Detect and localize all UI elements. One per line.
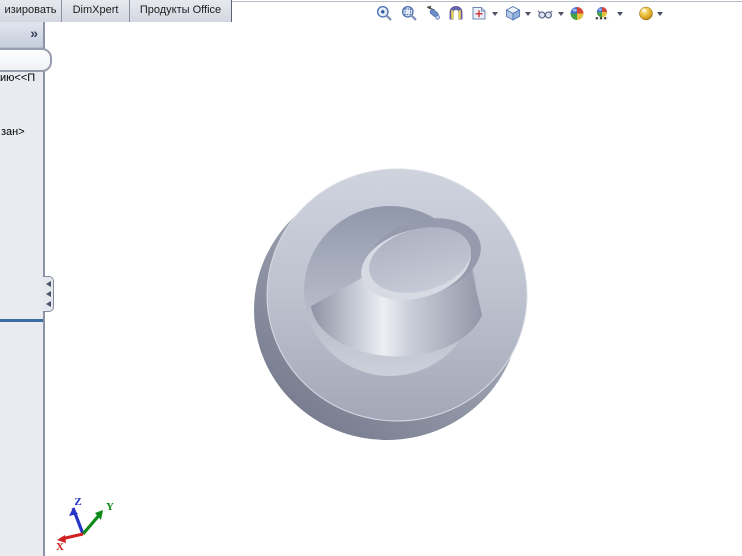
panel-splitter-handle[interactable]	[43, 276, 54, 312]
hide-show-items-icon[interactable]	[536, 4, 554, 22]
zoom-to-area-icon[interactable]	[400, 4, 418, 22]
orientation-triad: Z Y X	[48, 494, 120, 552]
view-settings-icon[interactable]	[637, 4, 655, 22]
z-axis-label: Z	[74, 496, 81, 508]
view-settings-dropdown-arrow[interactable]	[657, 12, 663, 16]
part-knob-3d-model[interactable]	[248, 162, 538, 448]
display-style-dropdown-arrow[interactable]	[525, 12, 531, 16]
section-view-icon[interactable]	[447, 4, 465, 22]
app-window: изировать DimXpert Продукты Office » ию<…	[0, 0, 742, 556]
expand-chevron-icon[interactable]: »	[30, 25, 38, 41]
collapse-arrow-icon	[46, 281, 51, 287]
panel-divider	[0, 319, 43, 322]
x-axis: X	[56, 534, 83, 552]
view-orientation-icon[interactable]	[470, 4, 488, 22]
heads-up-toolbar	[0, 4, 742, 24]
collapse-arrow-icon	[46, 291, 51, 297]
collapse-arrow-icon	[46, 301, 51, 307]
display-style-icon[interactable]	[504, 4, 522, 22]
tree-item-configuration[interactable]: ию<<П	[0, 72, 43, 84]
top-border-line	[231, 1, 742, 2]
y-axis: Y	[83, 501, 114, 534]
x-axis-label: X	[56, 541, 64, 552]
panel-rounded-frame	[0, 48, 52, 72]
zoom-to-fit-icon[interactable]	[375, 4, 393, 22]
y-axis-label: Y	[106, 501, 114, 513]
z-axis: Z	[69, 496, 83, 534]
previous-view-icon[interactable]	[424, 4, 442, 22]
tree-item-material[interactable]: зан>	[1, 126, 44, 138]
edit-appearance-icon[interactable]	[568, 4, 586, 22]
feature-manager-panel: » ию<<П зан>	[0, 22, 45, 556]
apply-scene-dropdown-arrow[interactable]	[617, 12, 623, 16]
panel-header: »	[0, 22, 43, 48]
hide-show-items-dropdown-arrow[interactable]	[558, 12, 564, 16]
apply-scene-icon[interactable]	[593, 4, 611, 22]
view-orientation-dropdown-arrow[interactable]	[492, 12, 498, 16]
